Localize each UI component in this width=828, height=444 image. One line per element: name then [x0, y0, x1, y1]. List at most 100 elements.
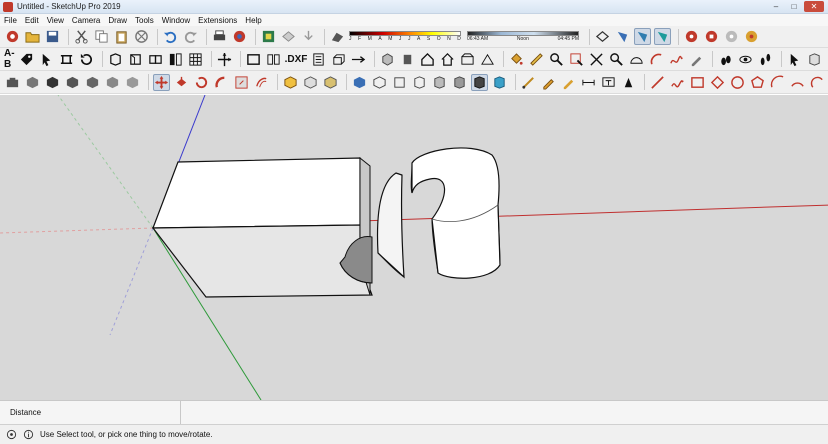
dimension-tool-icon[interactable]: [580, 74, 597, 91]
tape-measure-icon[interactable]: [528, 51, 545, 68]
push-pull-tool-icon[interactable]: [173, 74, 190, 91]
back-view-icon[interactable]: [104, 74, 121, 91]
shadow-toggle-icon[interactable]: [329, 28, 346, 45]
half-cylinder-solid[interactable]: [410, 147, 501, 279]
monochrome-style-icon[interactable]: [411, 74, 428, 91]
shaded-style-icon[interactable]: [371, 74, 388, 91]
rotated-rectangle-icon[interactable]: [709, 74, 726, 91]
menu-tools[interactable]: Tools: [135, 16, 154, 25]
rotate-tool-icon[interactable]: [193, 74, 210, 91]
move-tool-icon[interactable]: [153, 73, 170, 91]
dimension-ab-label[interactable]: A-B: [4, 48, 15, 70]
three-point-arc-icon[interactable]: [809, 74, 826, 91]
home-icon[interactable]: [419, 51, 436, 68]
select-arrow-icon[interactable]: [38, 51, 55, 68]
left-view-icon[interactable]: [124, 74, 141, 91]
outer-shell-icon[interactable]: [399, 51, 416, 68]
rectangle-red-icon[interactable]: [689, 74, 706, 91]
open-folder-icon[interactable]: [24, 28, 41, 45]
menu-draw[interactable]: Draw: [108, 16, 127, 25]
menu-window[interactable]: Window: [162, 16, 190, 25]
camera-standard-views-icon[interactable]: [4, 74, 21, 91]
footprints-icon[interactable]: [757, 51, 774, 68]
solid-tools-icon[interactable]: [379, 51, 396, 68]
scale-tool-icon[interactable]: [233, 74, 250, 91]
arrow-right-icon[interactable]: [350, 51, 367, 68]
freehand-icon[interactable]: [668, 51, 685, 68]
previous-view-icon[interactable]: [608, 51, 625, 68]
push-pull-icon[interactable]: [330, 51, 347, 68]
paste-icon[interactable]: [113, 28, 130, 45]
model-viewport[interactable]: [0, 95, 828, 400]
circle-tool-icon[interactable]: [729, 74, 746, 91]
shadow-date-slider[interactable]: J F M A M J J A S O N D: [349, 31, 461, 42]
top-view-icon[interactable]: [44, 74, 61, 91]
move-copy-icon[interactable]: [58, 51, 75, 68]
protractor-icon[interactable]: [628, 51, 645, 68]
share-model-icon[interactable]: [280, 28, 297, 45]
shaded-with-textures-icon[interactable]: [471, 73, 488, 91]
print-icon[interactable]: [211, 28, 228, 45]
iso-view-icon[interactable]: [24, 74, 41, 91]
display-section-fill-icon[interactable]: [654, 28, 671, 45]
tag-icon[interactable]: [18, 51, 35, 68]
zoom-extents-icon[interactable]: [588, 51, 605, 68]
xray-style-icon[interactable]: [282, 74, 299, 91]
menu-edit[interactable]: Edit: [25, 16, 39, 25]
wireframe-style-icon[interactable]: [322, 74, 339, 91]
extension-manager-icon[interactable]: [703, 28, 720, 45]
3d-text-icon[interactable]: [620, 74, 637, 91]
zoom-icon[interactable]: [548, 51, 565, 68]
undo-icon[interactable]: [162, 28, 179, 45]
back-face-icon[interactable]: [451, 74, 468, 91]
trim-icon[interactable]: [459, 51, 476, 68]
paint-bucket-icon[interactable]: [508, 51, 525, 68]
menu-file[interactable]: File: [4, 16, 17, 25]
shadow-time-slider[interactable]: 06:43 AM Noon 04:45 PM: [467, 31, 579, 42]
display-section-icon[interactable]: [614, 28, 631, 45]
info-icon[interactable]: [22, 429, 34, 441]
warehouse-icon[interactable]: [260, 28, 277, 45]
arc-tool-icon[interactable]: [648, 51, 665, 68]
two-point-arc-icon[interactable]: [789, 74, 806, 91]
style-builder-icon[interactable]: [743, 28, 760, 45]
select-cursor-icon[interactable]: [786, 51, 803, 68]
redo-icon[interactable]: [182, 28, 199, 45]
geo-location-icon[interactable]: [5, 429, 17, 441]
make-component-icon[interactable]: [806, 51, 823, 68]
split-view-icon[interactable]: [265, 51, 282, 68]
save-icon[interactable]: [44, 28, 61, 45]
close-button[interactable]: ✕: [804, 1, 824, 12]
offset-tool-icon[interactable]: [253, 74, 270, 91]
split-icon[interactable]: [479, 51, 496, 68]
cut-icon[interactable]: [73, 28, 90, 45]
print-preview-icon[interactable]: [310, 51, 327, 68]
arc-slice-solid[interactable]: [376, 172, 405, 279]
axes-icon[interactable]: [216, 51, 233, 68]
polygon-tool-icon[interactable]: [749, 74, 766, 91]
intersect-icon[interactable]: [147, 51, 164, 68]
minimize-button[interactable]: –: [768, 1, 784, 12]
front-face-icon[interactable]: [431, 74, 448, 91]
draw-line-red-icon[interactable]: [649, 74, 666, 91]
hidden-line-style-icon[interactable]: [351, 74, 368, 91]
paint-tool-icon[interactable]: [560, 74, 577, 91]
follow-me-icon[interactable]: [213, 74, 230, 91]
pen-icon[interactable]: [688, 51, 705, 68]
pencil-tool-icon[interactable]: [540, 74, 557, 91]
export-dxf-label[interactable]: .DXF: [285, 54, 308, 65]
model-info-icon[interactable]: [231, 28, 248, 45]
shaded-texture-style-icon[interactable]: [391, 74, 408, 91]
layout-icon[interactable]: [723, 28, 740, 45]
back-edges-style-icon[interactable]: [302, 74, 319, 91]
menu-camera[interactable]: Camera: [72, 16, 100, 25]
maximize-button[interactable]: □: [786, 1, 802, 12]
line-tool-icon[interactable]: [520, 74, 537, 91]
text-tool-icon[interactable]: [600, 74, 617, 91]
copy-icon[interactable]: [93, 28, 110, 45]
box-solid[interactable]: [151, 156, 373, 298]
rotate-icon[interactable]: [78, 51, 95, 68]
color-by-tag-icon[interactable]: [491, 74, 508, 91]
menu-extensions[interactable]: Extensions: [198, 16, 237, 25]
zoom-window-icon[interactable]: [568, 51, 585, 68]
